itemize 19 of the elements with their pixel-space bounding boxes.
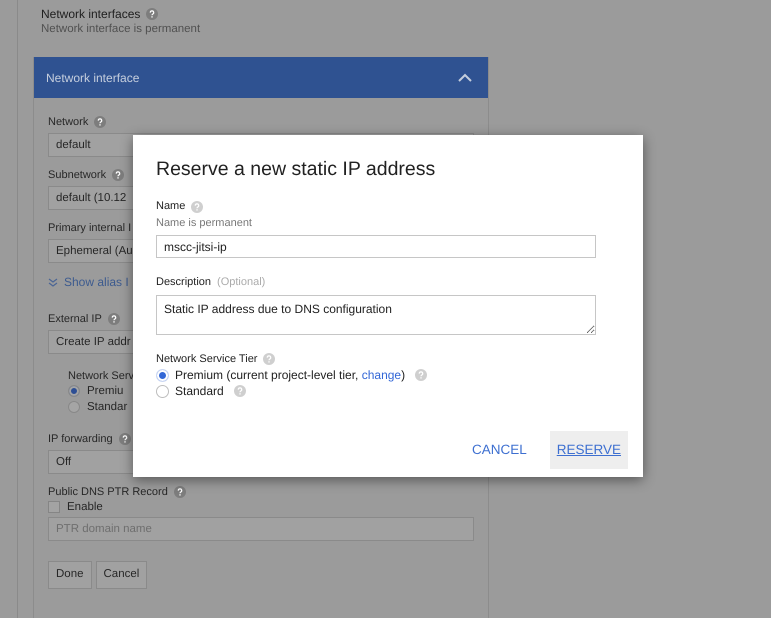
option-label: Standar (87, 400, 128, 415)
field-hint: Name is permanent (156, 216, 253, 231)
field-label: Description (Optional) (156, 275, 266, 290)
option-label: Premiu (87, 384, 124, 399)
dialog-title: Reserve a new static IP address (156, 157, 436, 182)
field-label: IP forwarding (48, 432, 113, 446)
field-label: Primary internal I (48, 220, 132, 236)
field-label: External IP (48, 312, 102, 326)
checkbox-label: Enable (67, 500, 103, 515)
field-label: Network Serv (68, 368, 134, 384)
field-label: Name (156, 199, 186, 214)
section-subtitle: Network interface is permanent (41, 22, 202, 37)
field-label: Network Service Tier (156, 352, 258, 367)
option-label: Standard (175, 383, 224, 400)
field-label: Subnetwork (48, 168, 106, 182)
field-label: Network (48, 114, 88, 130)
section-title: Network interfaces (41, 6, 140, 22)
option-label: Premium (current project-level tier, change) (175, 367, 406, 384)
field-label: Public DNS PTR Record (48, 484, 168, 500)
